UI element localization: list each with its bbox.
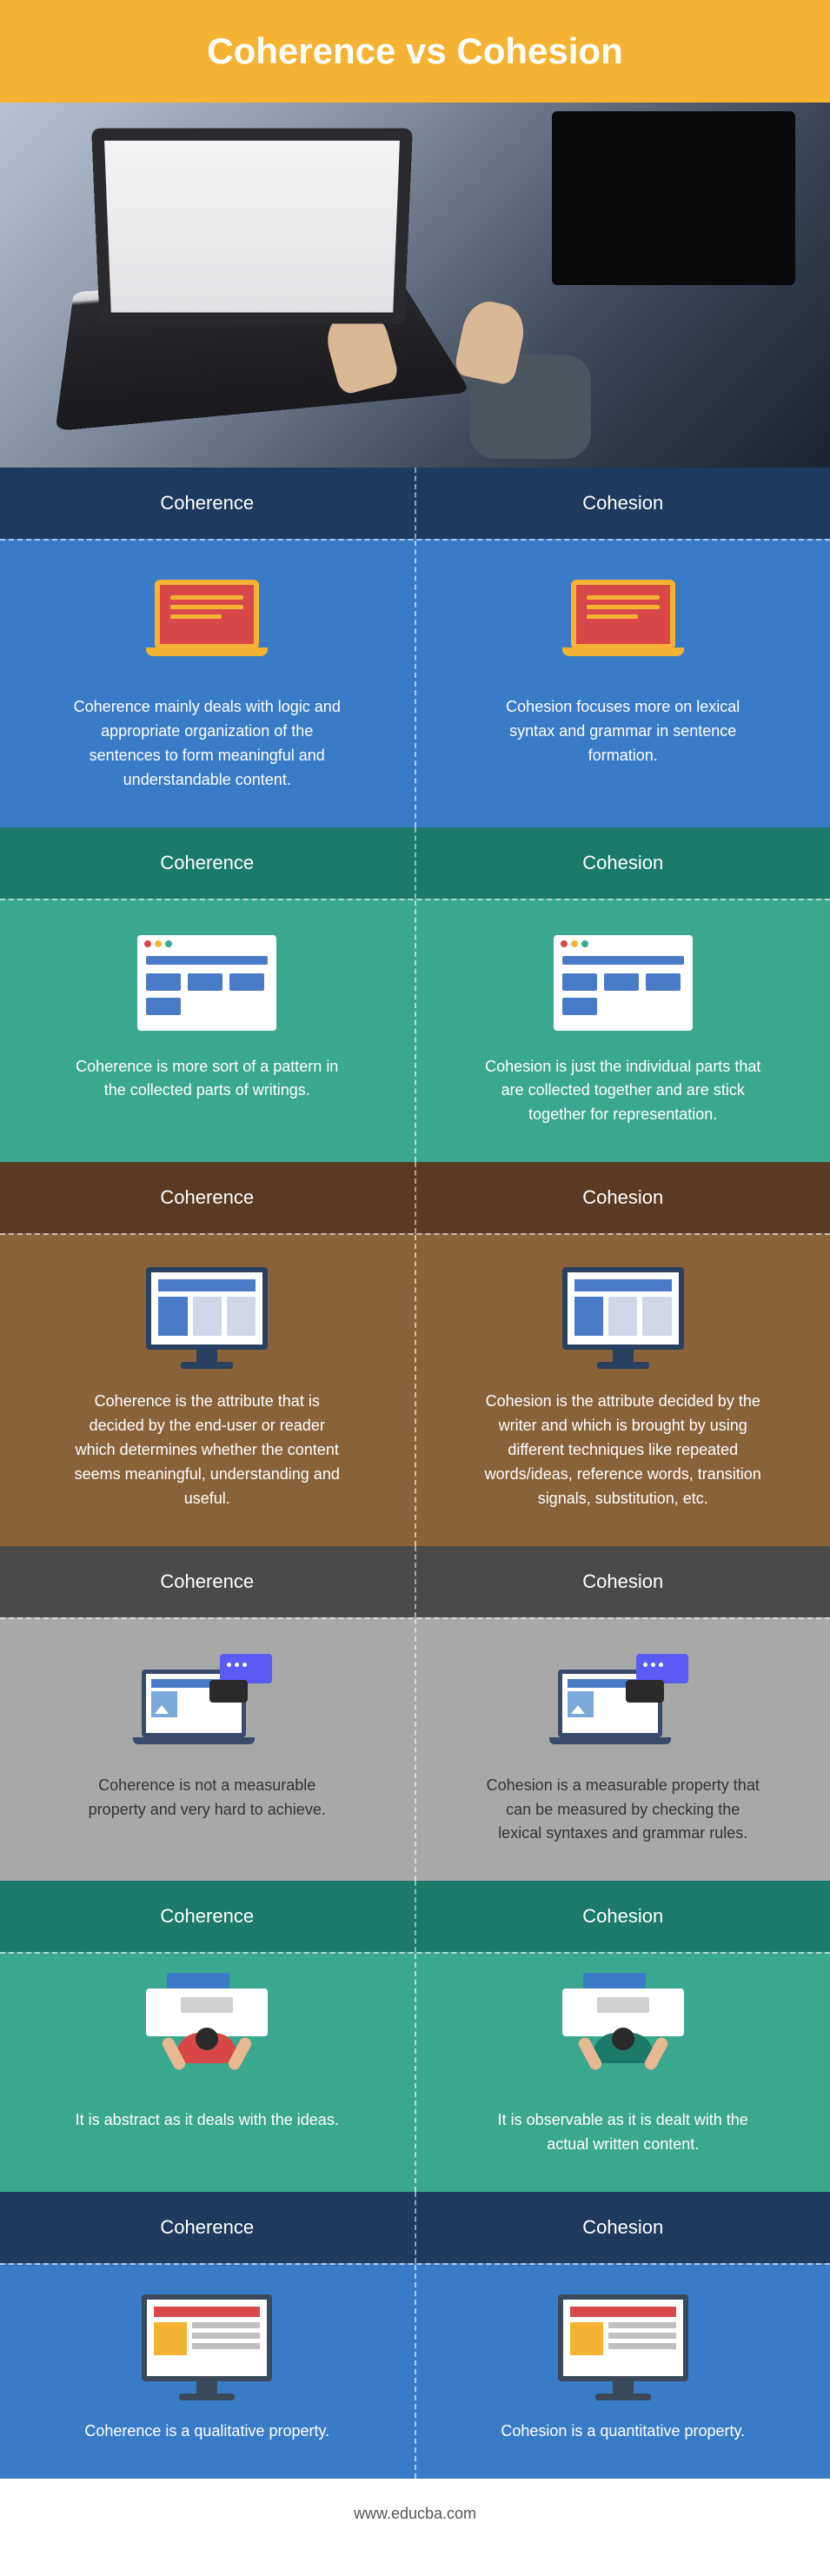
infographic: Coherence vs Cohesion Coherence Cohesion… (0, 0, 830, 2549)
coherence-text-4: Coherence is not a measurable property a… (68, 1774, 346, 1822)
monitor-icon (451, 1261, 796, 1374)
section-header-5: Coherence Cohesion (0, 1881, 830, 1952)
section-header-1: Coherence Cohesion (0, 468, 830, 539)
browser-window-icon (35, 926, 380, 1039)
monitor-icon (35, 1261, 380, 1374)
cohesion-text-4: Cohesion is a measurable property that c… (484, 1774, 762, 1847)
coherence-text-2: Coherence is more sort of a pattern in t… (68, 1055, 346, 1104)
person-desk-icon (451, 1980, 796, 2093)
cohesion-text-1: Cohesion focuses more on lexical syntax … (484, 695, 762, 768)
header-cohesion: Cohesion (415, 1881, 830, 1952)
header-coherence: Coherence (0, 2192, 415, 2263)
laptop-icon (35, 567, 380, 680)
footer-url: www.educba.com (0, 2479, 830, 2549)
cohesion-text-3: Cohesion is the attribute decided by the… (484, 1390, 762, 1510)
section-header-4: Coherence Cohesion (0, 1546, 830, 1617)
coherence-text-3: Coherence is the attribute that is decid… (68, 1390, 346, 1510)
section-header-3: Coherence Cohesion (0, 1162, 830, 1233)
chat-laptop-icon (35, 1645, 380, 1758)
page-title: Coherence vs Cohesion (0, 0, 830, 103)
header-cohesion: Cohesion (415, 2192, 830, 2263)
header-cohesion: Cohesion (415, 468, 830, 539)
cohesion-text-5: It is observable as it is dealt with the… (484, 2108, 762, 2157)
cohesion-text-2: Cohesion is just the individual parts th… (484, 1055, 762, 1128)
chat-laptop-icon (451, 1645, 796, 1758)
header-coherence: Coherence (0, 468, 415, 539)
person-desk-icon (35, 1980, 380, 2093)
monitor-content-icon (35, 2291, 380, 2404)
comparison-row-2: Coherence is more sort of a pattern in t… (0, 899, 830, 1163)
comparison-row-5: It is abstract as it deals with the idea… (0, 1952, 830, 2192)
header-coherence: Coherence (0, 1881, 415, 1952)
comparison-row-4: Coherence is not a measurable property a… (0, 1617, 830, 1882)
coherence-text-6: Coherence is a qualitative property. (68, 2420, 346, 2444)
monitor-content-icon (451, 2291, 796, 2404)
header-cohesion: Cohesion (415, 827, 830, 899)
header-coherence: Coherence (0, 827, 415, 899)
coherence-text-1: Coherence mainly deals with logic and ap… (68, 695, 346, 793)
browser-window-icon (451, 926, 796, 1039)
header-coherence: Coherence (0, 1162, 415, 1233)
comparison-row-3: Coherence is the attribute that is decid… (0, 1233, 830, 1545)
hero-image (0, 103, 830, 468)
header-cohesion: Cohesion (415, 1162, 830, 1233)
section-header-2: Coherence Cohesion (0, 827, 830, 899)
coherence-text-5: It is abstract as it deals with the idea… (68, 2108, 346, 2133)
section-header-6: Coherence Cohesion (0, 2192, 830, 2263)
header-cohesion: Cohesion (415, 1546, 830, 1617)
laptop-icon (451, 567, 796, 680)
cohesion-text-6: Cohesion is a quantitative property. (484, 2420, 762, 2444)
header-coherence: Coherence (0, 1546, 415, 1617)
comparison-row-1: Coherence mainly deals with logic and ap… (0, 539, 830, 827)
comparison-row-6: Coherence is a qualitative property. Coh… (0, 2263, 830, 2479)
